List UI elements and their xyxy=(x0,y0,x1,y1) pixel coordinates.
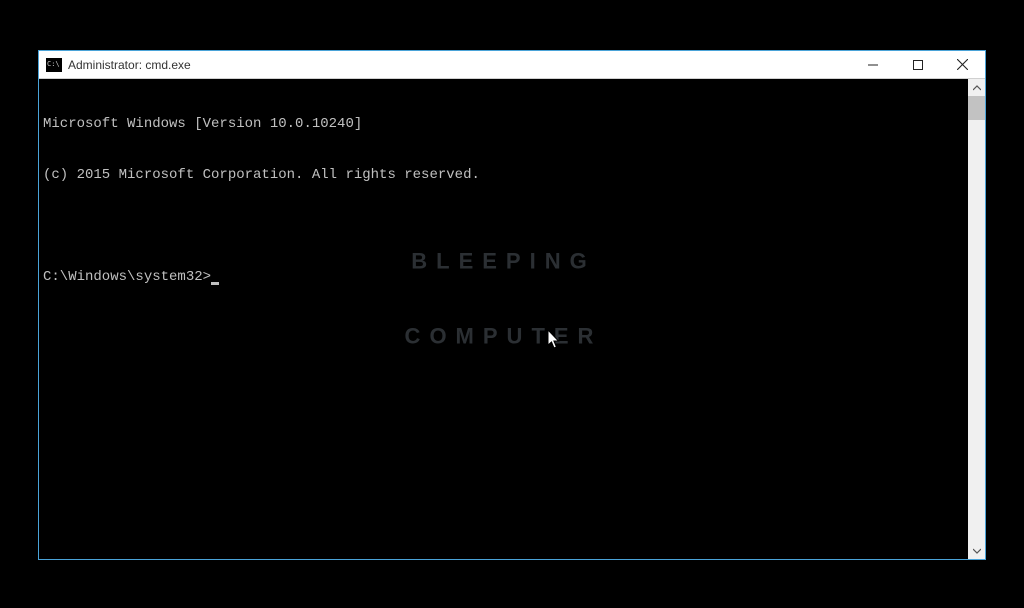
terminal-blank-line xyxy=(43,218,964,235)
scroll-down-button[interactable] xyxy=(968,542,985,559)
minimize-button[interactable] xyxy=(850,51,895,78)
terminal-prompt: C:\Windows\system32> xyxy=(43,269,211,286)
cmd-icon xyxy=(46,58,62,72)
minimize-icon xyxy=(868,60,878,70)
terminal-prompt-line: C:\Windows\system32> xyxy=(43,269,964,286)
terminal-line: Microsoft Windows [Version 10.0.10240] xyxy=(43,116,964,133)
watermark-line: COMPUTER xyxy=(405,324,603,349)
maximize-icon xyxy=(913,60,923,70)
scroll-thumb[interactable] xyxy=(968,96,985,120)
close-icon xyxy=(957,59,968,70)
cmd-window: Administrator: cmd.exe Microsoft Windows… xyxy=(38,50,986,560)
maximize-button[interactable] xyxy=(895,51,940,78)
terminal-line: (c) 2015 Microsoft Corporation. All righ… xyxy=(43,167,964,184)
terminal-cursor xyxy=(211,282,219,285)
close-button[interactable] xyxy=(940,51,985,78)
chevron-down-icon xyxy=(973,548,981,554)
terminal-output[interactable]: Microsoft Windows [Version 10.0.10240] (… xyxy=(39,79,968,559)
window-controls xyxy=(850,51,985,78)
window-title: Administrator: cmd.exe xyxy=(68,58,850,72)
vertical-scrollbar[interactable] xyxy=(968,79,985,559)
chevron-up-icon xyxy=(973,85,981,91)
scroll-up-button[interactable] xyxy=(968,79,985,96)
client-area: Microsoft Windows [Version 10.0.10240] (… xyxy=(39,79,985,559)
scroll-track[interactable] xyxy=(968,96,985,542)
titlebar[interactable]: Administrator: cmd.exe xyxy=(39,51,985,79)
